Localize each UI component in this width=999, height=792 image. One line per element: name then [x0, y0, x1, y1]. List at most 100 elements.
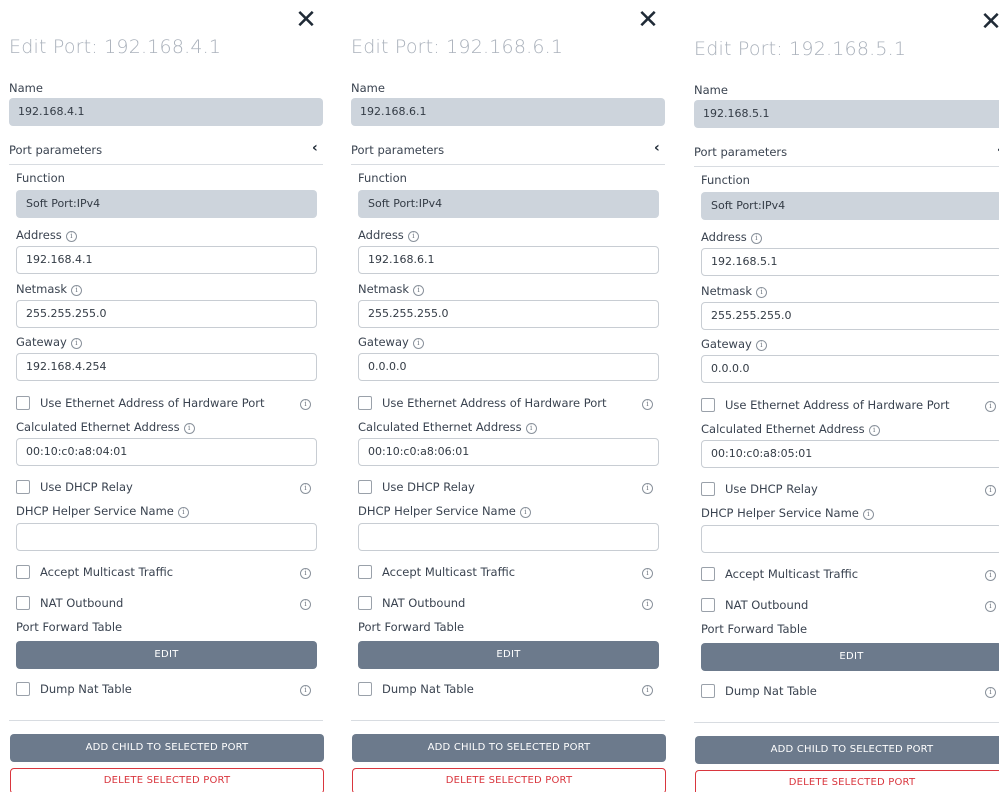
nat-outbound-checkbox[interactable] [358, 596, 372, 610]
info-icon[interactable]: i [642, 399, 653, 410]
info-icon[interactable]: i [985, 687, 996, 698]
port-parameters-heading[interactable]: Port parameters [9, 143, 102, 157]
section-divider [9, 164, 323, 165]
edit-port-forward-table-button[interactable]: EDIT [701, 643, 999, 671]
address-label: Address i [358, 228, 419, 242]
add-child-to-selected-port-button[interactable]: ADD CHILD TO SELECTED PORT [352, 734, 666, 762]
edit-port-panel-body: ✕ Edit Port: 192.168.4.1 Name 192.168.4.… [0, 0, 336, 792]
gateway-input[interactable]: 0.0.0.0 [358, 353, 659, 381]
info-icon: i [407, 231, 419, 242]
gateway-input[interactable]: 0.0.0.0 [701, 355, 999, 383]
nat-outbound-checkbox[interactable] [16, 596, 30, 610]
gateway-input[interactable]: 192.168.4.254 [16, 353, 317, 381]
use-ethernet-address-checkbox[interactable] [358, 396, 372, 410]
port-forward-table-label: Port Forward Table [358, 620, 465, 634]
info-icon[interactable]: i [300, 399, 311, 410]
edit-port-forward-table-button[interactable]: EDIT [16, 641, 317, 669]
dhcp-helper-service-name-label: DHCP Helper Service Name i [16, 504, 189, 518]
delete-selected-port-button[interactable]: DELETE SELECTED PORT [10, 768, 324, 792]
use-ethernet-address-label: Use Ethernet Address of Hardware Port [382, 396, 607, 410]
address-input[interactable]: 192.168.6.1 [358, 246, 659, 274]
netmask-input[interactable]: 255.255.255.0 [701, 302, 999, 330]
edit-port-panel: ✕ Edit Port: 192.168.4.1 Name 192.168.4.… [0, 0, 342, 792]
info-icon[interactable]: i [985, 401, 996, 412]
use-dhcp-relay-checkbox[interactable] [701, 482, 715, 496]
add-child-to-selected-port-button[interactable]: ADD CHILD TO SELECTED PORT [695, 736, 999, 764]
info-icon[interactable]: i [300, 599, 311, 610]
use-ethernet-address-checkbox[interactable] [701, 398, 715, 412]
accept-multicast-traffic-label: Accept Multicast Traffic [382, 565, 516, 579]
info-icon: i [755, 340, 767, 351]
close-icon[interactable]: ✕ [979, 9, 999, 35]
info-icon: i [413, 285, 425, 296]
calculated-ethernet-address-input[interactable]: 00:10:c0:a8:06:01 [358, 438, 659, 466]
dhcp-helper-service-name-label: DHCP Helper Service Name i [701, 506, 874, 520]
address-input[interactable]: 192.168.5.1 [701, 248, 999, 276]
accept-multicast-traffic-checkbox[interactable] [701, 567, 715, 581]
nat-outbound-label: NAT Outbound [40, 596, 124, 610]
close-icon[interactable]: ✕ [294, 7, 318, 33]
name-label: Name [694, 83, 728, 97]
info-icon[interactable]: i [985, 485, 996, 496]
dhcp-helper-service-name-label: DHCP Helper Service Name i [358, 504, 531, 518]
section-divider [694, 166, 999, 167]
dump-nat-table-checkbox[interactable] [358, 682, 372, 696]
edit-port-forward-table-button[interactable]: EDIT [358, 641, 659, 669]
chevron-left-icon[interactable]: ‹ [312, 140, 318, 156]
edit-port-panel: ✕ Edit Port: 192.168.6.1 Name 192.168.6.… [342, 0, 685, 792]
port-parameters-heading[interactable]: Port parameters [694, 145, 787, 159]
info-icon[interactable]: i [642, 568, 653, 579]
address-input[interactable]: 192.168.4.1 [16, 246, 317, 274]
section-divider [351, 164, 665, 165]
dhcp-helper-service-name-input[interactable] [358, 523, 659, 551]
dhcp-helper-service-name-input[interactable] [16, 523, 317, 551]
use-dhcp-relay-checkbox[interactable] [16, 480, 30, 494]
gateway-label: Gateway i [16, 335, 82, 349]
nat-outbound-label: NAT Outbound [382, 596, 466, 610]
close-icon[interactable]: ✕ [636, 7, 660, 33]
nat-outbound-checkbox[interactable] [701, 598, 715, 612]
info-icon[interactable]: i [642, 483, 653, 494]
info-icon[interactable]: i [642, 599, 653, 610]
dump-nat-table-label: Dump Nat Table [725, 684, 817, 698]
delete-selected-port-button[interactable]: DELETE SELECTED PORT [695, 770, 999, 792]
netmask-input[interactable]: 255.255.255.0 [358, 300, 659, 328]
name-label: Name [351, 81, 385, 95]
calculated-ethernet-address-label: Calculated Ethernet Address i [701, 422, 880, 436]
port-forward-table-label: Port Forward Table [16, 620, 123, 634]
dhcp-helper-service-name-input[interactable] [701, 525, 999, 553]
dump-nat-table-label: Dump Nat Table [40, 682, 132, 696]
chevron-left-icon[interactable]: ‹ [654, 140, 660, 156]
calculated-ethernet-address-label: Calculated Ethernet Address i [16, 420, 195, 434]
panel-title: Edit Port: 192.168.6.1 [351, 36, 564, 58]
info-icon: i [177, 507, 189, 518]
accept-multicast-traffic-checkbox[interactable] [358, 565, 372, 579]
dump-nat-table-label: Dump Nat Table [382, 682, 474, 696]
info-icon[interactable]: i [300, 685, 311, 696]
panel-title: Edit Port: 192.168.5.1 [694, 38, 907, 60]
delete-selected-port-button[interactable]: DELETE SELECTED PORT [352, 768, 666, 792]
info-icon[interactable]: i [300, 568, 311, 579]
port-parameters-heading[interactable]: Port parameters [351, 143, 444, 157]
use-dhcp-relay-checkbox[interactable] [358, 480, 372, 494]
dump-nat-table-checkbox[interactable] [701, 684, 715, 698]
use-ethernet-address-label: Use Ethernet Address of Hardware Port [40, 396, 265, 410]
use-ethernet-address-checkbox[interactable] [16, 396, 30, 410]
dump-nat-table-checkbox[interactable] [16, 682, 30, 696]
panel-title: Edit Port: 192.168.4.1 [9, 36, 222, 58]
function-field: Soft Port:IPv4 [358, 190, 659, 218]
info-icon[interactable]: i [985, 570, 996, 581]
netmask-input[interactable]: 255.255.255.0 [16, 300, 317, 328]
info-icon[interactable]: i [300, 483, 311, 494]
accept-multicast-traffic-checkbox[interactable] [16, 565, 30, 579]
function-label: Function [358, 171, 407, 185]
info-icon[interactable]: i [642, 685, 653, 696]
edit-port-panel-body: ✕ Edit Port: 192.168.5.1 Name 192.168.5.… [685, 2, 999, 792]
add-child-to-selected-port-button[interactable]: ADD CHILD TO SELECTED PORT [10, 734, 324, 762]
info-icon[interactable]: i [985, 601, 996, 612]
use-ethernet-address-label: Use Ethernet Address of Hardware Port [725, 398, 950, 412]
accept-multicast-traffic-label: Accept Multicast Traffic [725, 567, 859, 581]
info-icon: i [65, 231, 77, 242]
calculated-ethernet-address-input[interactable]: 00:10:c0:a8:04:01 [16, 438, 317, 466]
calculated-ethernet-address-input[interactable]: 00:10:c0:a8:05:01 [701, 440, 999, 468]
